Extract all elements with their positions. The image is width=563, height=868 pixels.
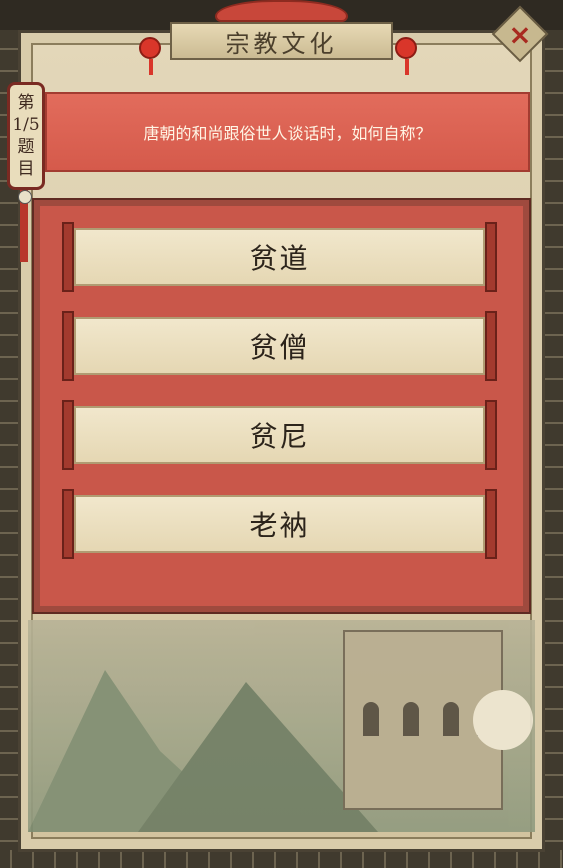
answer-option-3[interactable]: 贫尼 <box>62 400 497 470</box>
wall-window <box>403 702 419 736</box>
title-plate: 宗教文化 <box>170 22 393 60</box>
mountain-center <box>138 682 378 832</box>
wall-window <box>363 702 379 736</box>
scroll-rod-left <box>62 489 74 559</box>
question-banner: 唐朝的和尚跟俗世人谈话时，如何自称？ <box>45 92 530 172</box>
answer-scroll[interactable]: 贫道 <box>74 228 485 286</box>
question-progress-tag: 第 1/5 题 目 <box>7 82 45 190</box>
progress-count: 1/5 <box>12 115 40 135</box>
wall-window <box>443 702 459 736</box>
answer-scroll[interactable]: 贫僧 <box>74 317 485 375</box>
scroll-rod-left <box>62 222 74 292</box>
answer-option-4[interactable]: 老衲 <box>62 489 497 559</box>
answer-label: 贫僧 <box>249 331 310 364</box>
close-icon[interactable]: × <box>500 14 540 54</box>
scroll-rod-right <box>485 222 497 292</box>
answer-scroll[interactable]: 老衲 <box>74 495 485 553</box>
progress-prefix: 第 <box>17 93 35 113</box>
answer-option-1[interactable]: 贫道 <box>62 222 497 292</box>
right-border-pattern <box>545 30 563 852</box>
answer-label: 贫尼 <box>249 420 310 453</box>
page-title: 宗教文化 <box>225 29 338 58</box>
scroll-rod-right <box>485 400 497 470</box>
scroll-rod-right <box>485 489 497 559</box>
scroll-rod-left <box>62 311 74 381</box>
scroll-rod-right <box>485 311 497 381</box>
pagoda-roof <box>215 0 348 22</box>
question-text: 唐朝的和尚跟俗世人谈话时，如何自称？ <box>143 124 432 143</box>
tag-tassel <box>18 190 32 262</box>
progress-suffix-1: 题 <box>17 137 35 157</box>
answer-label: 贫道 <box>249 242 310 275</box>
answer-area: 贫道 贫僧 贫尼 老衲 <box>32 198 531 614</box>
lantern-icon <box>395 37 417 75</box>
progress-suffix-2: 目 <box>17 159 35 179</box>
title-header: 宗教文化 <box>139 0 417 75</box>
lantern-icon <box>139 37 161 75</box>
answer-label: 老衲 <box>249 509 310 542</box>
scroll-rod-left <box>62 400 74 470</box>
bottom-border-pattern <box>0 850 563 868</box>
cloud-decoration <box>473 690 533 750</box>
answer-scroll[interactable]: 贫尼 <box>74 406 485 464</box>
background-scenery <box>28 620 535 832</box>
answer-option-2[interactable]: 贫僧 <box>62 311 497 381</box>
game-frame: 宗教文化 × 第 1/5 题 目 唐朝的和尚跟俗世人谈话时，如何自称？ 贫道 贫… <box>0 0 563 868</box>
